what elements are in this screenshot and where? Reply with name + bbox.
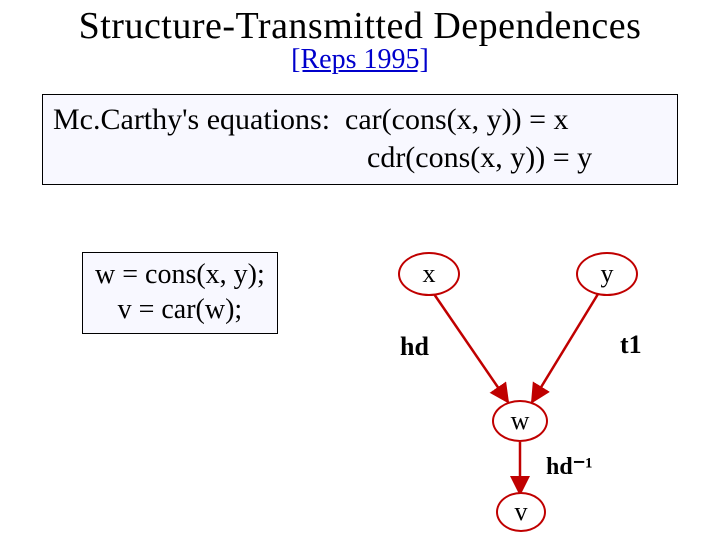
edge-label-hd: hd <box>400 332 429 362</box>
dependency-diagram: x y w v hd t1 hd⁻¹ <box>380 244 700 534</box>
slide-title: Structure-Transmitted Dependences <box>0 4 720 48</box>
node-w: w <box>492 400 548 442</box>
code-line-2: v = car(w); <box>95 292 265 327</box>
eq2: cdr(cons(x, y)) = y <box>367 141 592 174</box>
edge-label-hd-inv: hd⁻¹ <box>546 452 593 481</box>
equations-box: Mc.Carthy's equations: car(cons(x, y)) =… <box>42 94 678 185</box>
edge-label-t1: t1 <box>620 330 642 360</box>
node-x: x <box>398 252 460 296</box>
code-line-1: w = cons(x, y); <box>95 257 265 292</box>
code-box: w = cons(x, y); v = car(w); <box>82 252 278 334</box>
node-v: v <box>496 492 546 532</box>
eq-heading: Mc.Carthy's equations: <box>53 103 330 136</box>
eq1: car(cons(x, y)) = x <box>345 103 569 136</box>
node-y: y <box>576 252 638 296</box>
citation-link[interactable]: [Reps 1995] <box>0 44 720 76</box>
